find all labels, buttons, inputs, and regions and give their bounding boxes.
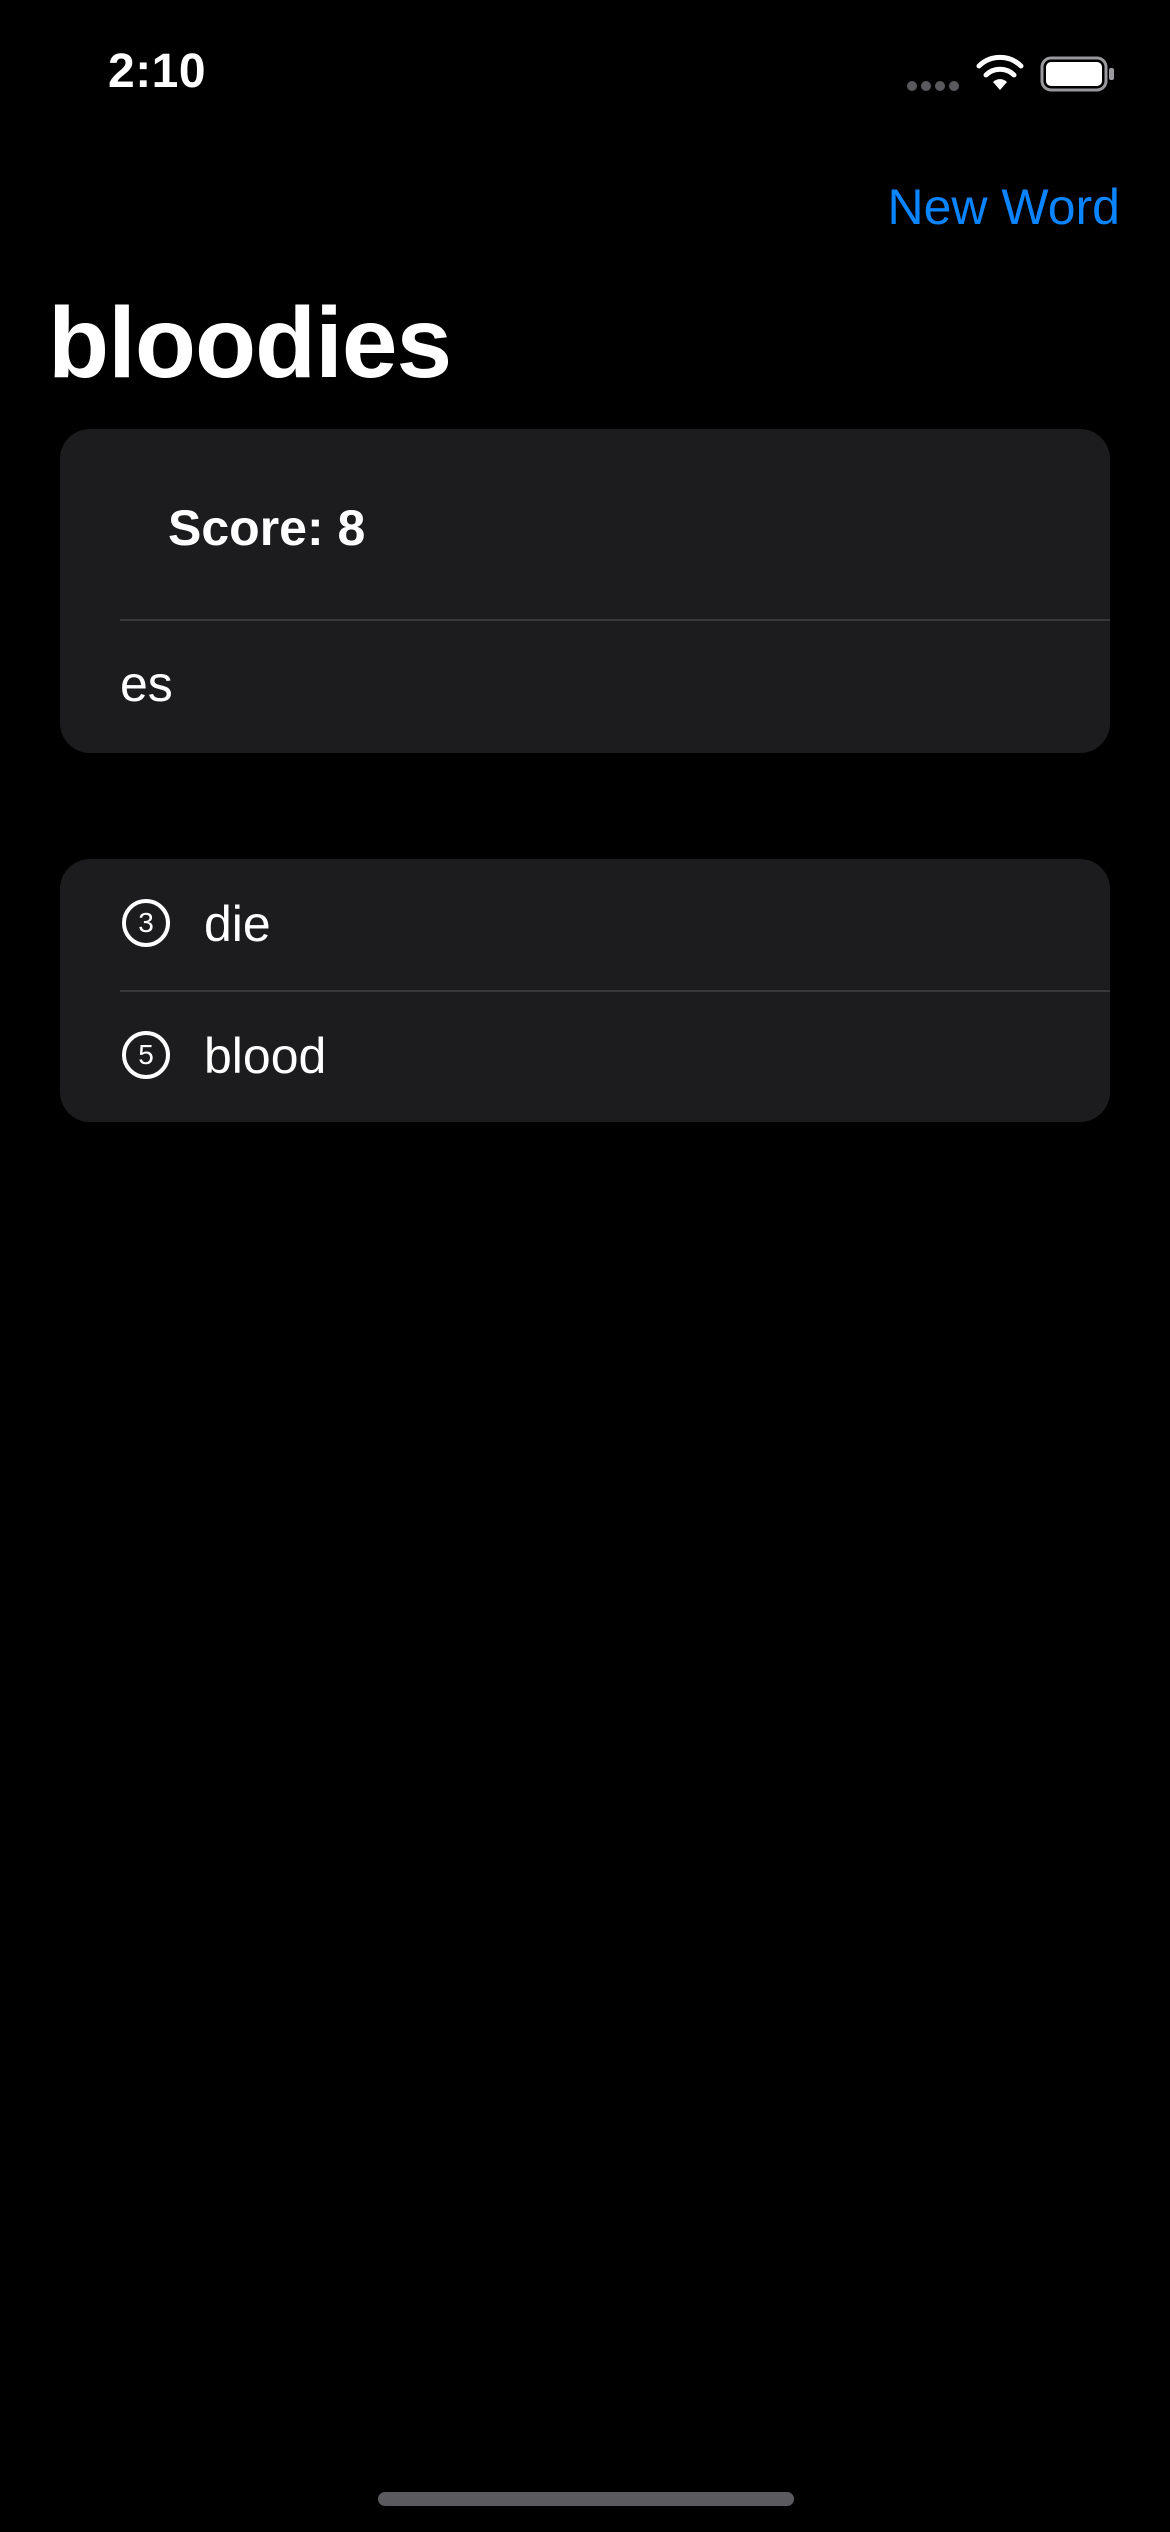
page-title: bloodies	[48, 287, 452, 399]
cellular-signal-icon	[907, 81, 959, 91]
wifi-icon	[976, 54, 1024, 90]
input-section: Score: 8	[60, 429, 1110, 753]
number-circle-icon: 3	[122, 899, 170, 947]
list-item: 5 blood	[60, 991, 1110, 1122]
used-word: blood	[204, 1028, 327, 1084]
list-item: 3 die	[60, 859, 1110, 990]
used-word: die	[204, 896, 271, 952]
battery-icon	[1040, 56, 1114, 92]
score-row: Score: 8	[60, 429, 1110, 619]
status-time: 2:10	[108, 45, 207, 98]
used-words-list: 3 die 5 blood	[60, 859, 1110, 1122]
score-label: Score: 8	[168, 500, 366, 556]
new-word-button[interactable]: New Word	[888, 178, 1120, 236]
number-circle-icon: 5	[122, 1031, 170, 1079]
status-bar: 2:10	[0, 0, 1170, 140]
word-input-row[interactable]	[60, 620, 1110, 753]
word-input[interactable]	[120, 648, 1080, 720]
home-indicator[interactable]	[378, 2492, 794, 2506]
